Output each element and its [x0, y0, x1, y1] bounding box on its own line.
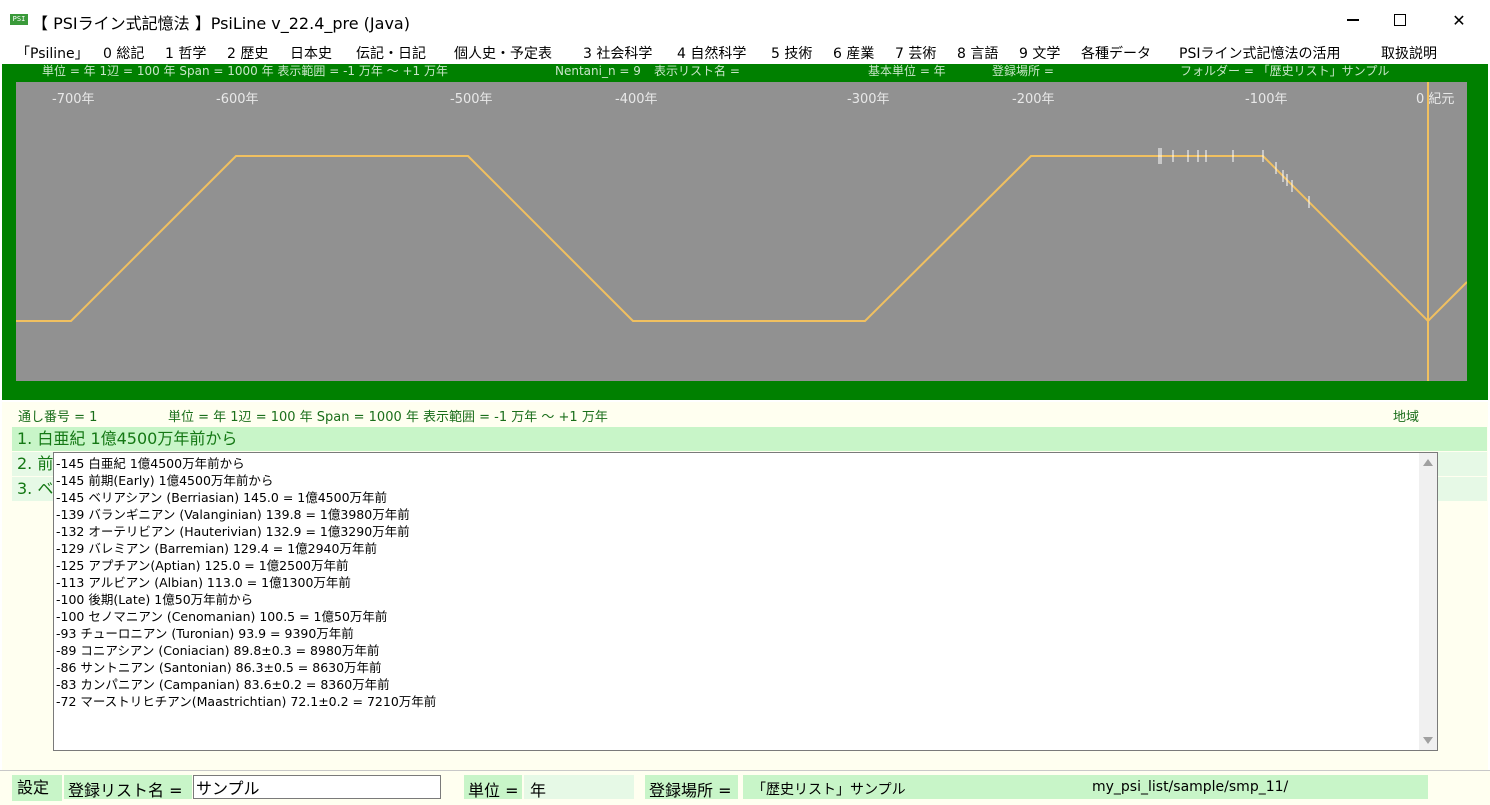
list-item[interactable]: -93 チューロニアン (Turonian) 93.9 = 9390万年前: [56, 625, 354, 642]
menu-language[interactable]: 8 言語: [957, 43, 998, 63]
menu-data[interactable]: 各種データ: [1081, 43, 1151, 63]
info-unit-span: 単位 = 年 1辺 = 100 年 Span = 1000 年 表示範囲 = -…: [42, 64, 448, 78]
minimize-icon: [1347, 19, 1359, 21]
psi-line: [16, 155, 1467, 323]
settings-button[interactable]: 設定: [12, 775, 62, 801]
place-label: 登録場所 =: [649, 781, 732, 800]
list-item[interactable]: -145 白亜紀 1億4500万年前から: [56, 455, 245, 472]
menu-history[interactable]: 2 歴史: [227, 43, 268, 63]
list-item[interactable]: -125 アプチアン(Aptian) 125.0 = 1億2500万年前: [56, 557, 348, 574]
info-display-list: 表示リスト名 =: [654, 64, 740, 78]
entry-row[interactable]: 1. 白亜紀 1億4500万年前から: [12, 427, 1487, 451]
list-item[interactable]: -100 セノマニアン (Cenomanian) 100.5 = 1億50万年前: [56, 608, 387, 625]
menu-arts[interactable]: 7 芸術: [895, 43, 936, 63]
info-register-place: 登録場所 =: [992, 64, 1054, 78]
maximize-button[interactable]: [1377, 0, 1423, 40]
list-item[interactable]: -89 コニアシアン (Coniacian) 89.8±0.3 = 8980万年…: [56, 642, 379, 659]
scroll-down-icon[interactable]: [1423, 737, 1433, 744]
info-folder: フォルダー = 「歴史リスト」サンプル: [1180, 64, 1390, 78]
list-item[interactable]: -113 アルビアン (Albian) 113.0 = 1億1300万年前: [56, 574, 351, 591]
list-item[interactable]: -129 バレミアン (Barremian) 129.4 = 1億2940万年前: [56, 540, 377, 557]
list-item[interactable]: -83 カンパニアン (Campanian) 83.6±0.2 = 8360万年…: [56, 676, 390, 693]
status-unit-span: 単位 = 年 1辺 = 100 年 Span = 1000 年 表示範囲 = -…: [168, 410, 608, 425]
place-path: my_psi_list/sample/smp_11/: [1092, 779, 1289, 795]
menu-psiline[interactable]: 「Psiline」: [16, 43, 89, 63]
list-item[interactable]: -132 オーテリビアン (Hauterivian) 132.9 = 1億329…: [56, 523, 410, 540]
unit-value: 年: [530, 781, 547, 800]
list-name-label: 登録リスト名 =: [68, 781, 183, 800]
maximize-icon: [1394, 14, 1406, 26]
menu-biography[interactable]: 伝記・日記: [356, 43, 426, 63]
info-base-unit: 基本単位 = 年: [868, 64, 946, 78]
menu-social-science[interactable]: 3 社会科学: [583, 43, 652, 63]
timeline-chart[interactable]: -700年 -600年 -500年 -400年 -300年 -200年 -100…: [16, 82, 1467, 381]
list-item[interactable]: -86 サントニアン (Santonian) 86.3±0.5 = 8630万年…: [56, 659, 382, 676]
event-list[interactable]: -145 白亜紀 1億4500万年前から -145 前期(Early) 1億45…: [53, 452, 1438, 751]
minimize-button[interactable]: [1330, 0, 1376, 40]
unit-label: 単位 =: [468, 781, 519, 800]
scroll-up-icon[interactable]: [1423, 459, 1433, 466]
menu-personal-history[interactable]: 個人史・予定表: [454, 43, 552, 63]
info-nentani: Nentani_n = 9: [555, 64, 641, 78]
app-logo-icon: PSI: [10, 14, 28, 25]
list-item[interactable]: -72 マーストリヒチアン(Maastrichtian) 72.1±0.2 = …: [56, 693, 436, 710]
place-value: 「歴史リスト」サンプル: [752, 782, 906, 798]
menu-usage[interactable]: PSIライン式記憶法の活用: [1179, 43, 1340, 63]
list-item[interactable]: -145 前期(Early) 1億4500万年前から: [56, 472, 273, 489]
list-item[interactable]: -145 ベリアシアン (Berriasian) 145.0 = 1億4500万…: [56, 489, 387, 506]
list-name-input[interactable]: [193, 775, 441, 799]
menu-industry[interactable]: 6 産業: [833, 43, 874, 63]
title-bar: PSI 【 PSIライン式記憶法 】PsiLine v_22.4_pre (Ja…: [0, 0, 1490, 40]
list-item[interactable]: -139 バランギニアン (Valanginian) 139.8 = 1億398…: [56, 506, 410, 523]
close-button[interactable]: ✕: [1436, 0, 1482, 40]
menu-literature[interactable]: 9 文学: [1019, 43, 1060, 63]
menu-bar: 「Psiline」 0 総記 1 哲学 2 歴史 日本史 伝記・日記 個人史・予…: [0, 40, 1490, 64]
timeline-svg: [16, 82, 1467, 381]
menu-technology[interactable]: 5 技術: [771, 43, 812, 63]
menu-manual[interactable]: 取扱説明: [1381, 43, 1437, 63]
window-title: 【 PSIライン式記憶法 】PsiLine v_22.4_pre (Java): [32, 14, 410, 33]
serial-number: 通し番号 = 1: [18, 410, 98, 425]
vertical-scrollbar[interactable]: [1419, 453, 1437, 750]
close-icon: ✕: [1452, 10, 1466, 30]
menu-general[interactable]: 0 総記: [103, 43, 144, 63]
list-item[interactable]: -100 後期(Late) 1億50万年前から: [56, 591, 253, 608]
region-label: 地域: [1393, 410, 1420, 425]
bottom-bar: 設定 登録リスト名 = 単位 = 年 登録場所 = 「歴史リスト」サンプル my…: [0, 770, 1490, 805]
menu-japanese-history[interactable]: 日本史: [290, 43, 332, 63]
menu-philosophy[interactable]: 1 哲学: [165, 43, 206, 63]
menu-natural-science[interactable]: 4 自然科学: [677, 43, 746, 63]
